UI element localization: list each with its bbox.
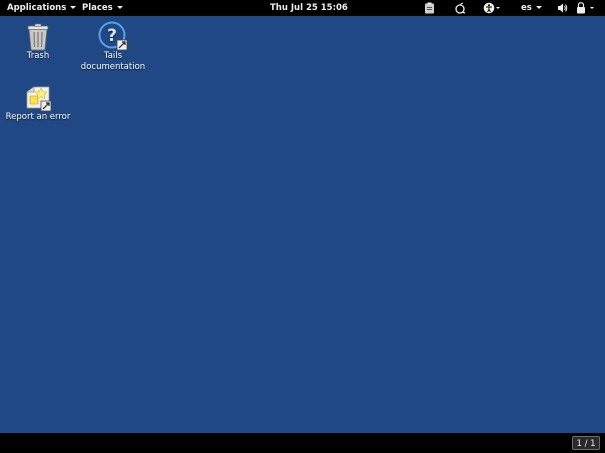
desktop-icon-trash[interactable]: Trash xyxy=(12,23,64,62)
desktop-icon-label: Report an error xyxy=(5,112,71,122)
places-menu[interactable]: Places xyxy=(82,0,123,16)
volume-icon[interactable] xyxy=(557,2,568,14)
lock-icon[interactable] xyxy=(576,2,598,14)
keyboard-layout-label: es xyxy=(521,3,532,13)
trash-icon xyxy=(27,23,49,51)
bottom-panel: 1 / 1 xyxy=(0,433,605,453)
chevron-down-icon xyxy=(116,6,123,9)
applications-menu-label: Applications xyxy=(7,3,67,13)
desktop: Trash ? Tails documentation Report an er… xyxy=(0,16,605,433)
chevron-down-icon xyxy=(535,6,542,9)
accessibility-icon[interactable] xyxy=(483,2,501,14)
bug-report-icon xyxy=(26,86,52,112)
keyboard-layout-menu[interactable]: es xyxy=(521,0,542,16)
workspace-switcher[interactable]: 1 / 1 xyxy=(572,436,600,450)
svg-text:?: ? xyxy=(107,26,117,46)
desktop-icon-report-an-error[interactable]: Report an error xyxy=(5,84,71,123)
chevron-down-icon xyxy=(70,6,77,9)
applications-menu[interactable]: Applications xyxy=(7,0,77,16)
clipboard-icon[interactable] xyxy=(424,2,435,14)
desktop-icon-label: Trash xyxy=(26,51,50,61)
desktop-icon-label: Tails documentation xyxy=(80,51,146,72)
desktop-icon-tails-documentation[interactable]: ? Tails documentation xyxy=(78,21,148,73)
places-menu-label: Places xyxy=(82,3,113,13)
help-icon: ? xyxy=(98,21,128,51)
clock[interactable]: Thu Jul 25 15:06 xyxy=(270,0,348,16)
top-panel: Applications Places Thu Jul 25 15:06 es xyxy=(0,0,605,16)
tor-status-icon[interactable] xyxy=(454,2,466,14)
